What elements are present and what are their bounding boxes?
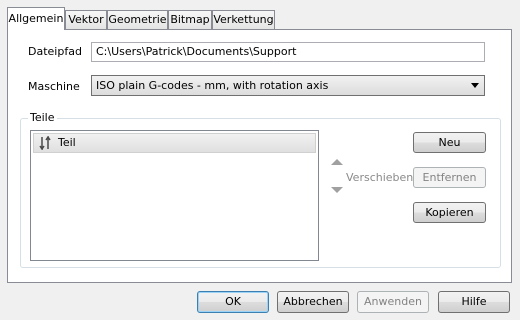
tab-verkettung[interactable]: Verkettung [212,10,275,29]
tab-label: Bitmap [170,13,210,26]
tab-geometrie[interactable]: Geometrie [107,10,168,29]
parts-group-title: Teile [28,111,57,124]
remove-button[interactable]: Entfernen [413,167,486,188]
part-icon [39,134,51,152]
new-button[interactable]: Neu [413,132,486,153]
tab-vektor[interactable]: Vektor [65,10,107,29]
list-item[interactable]: Teil [33,133,316,153]
apply-button[interactable]: Anwenden [357,291,429,313]
machine-select[interactable]: ISO plain G-codes - mm, with rotation ax… [91,75,485,96]
filepath-label: Dateipfad [28,45,82,58]
tab-label: Verkettung [213,13,274,26]
move-up-icon[interactable] [331,159,343,165]
copy-button[interactable]: Kopieren [413,202,486,223]
tab-label: Geometrie [108,13,167,26]
list-item-label: Teil [58,136,76,149]
help-button[interactable]: Hilfe [438,291,510,313]
tab-allgemein[interactable]: Allgemein [7,7,65,30]
chevron-down-icon [471,83,479,88]
move-label: Verschieben [346,171,414,184]
filepath-field[interactable]: C:\Users\Patrick\Documents\Support [91,42,485,62]
tab-panel-allgemein: Dateipfad C:\Users\Patrick\Documents\Sup… [7,29,512,283]
tab-label: Allgemein [8,12,64,25]
tab-label: Vektor [68,13,104,26]
tab-bitmap[interactable]: Bitmap [168,10,212,29]
parts-list[interactable]: Teil [30,130,319,261]
ok-button[interactable]: OK [197,291,269,313]
cancel-button[interactable]: Abbrechen [277,291,349,313]
machine-select-value: ISO plain G-codes - mm, with rotation ax… [96,79,329,92]
machine-label: Maschine [28,80,80,93]
move-down-icon[interactable] [331,187,343,193]
